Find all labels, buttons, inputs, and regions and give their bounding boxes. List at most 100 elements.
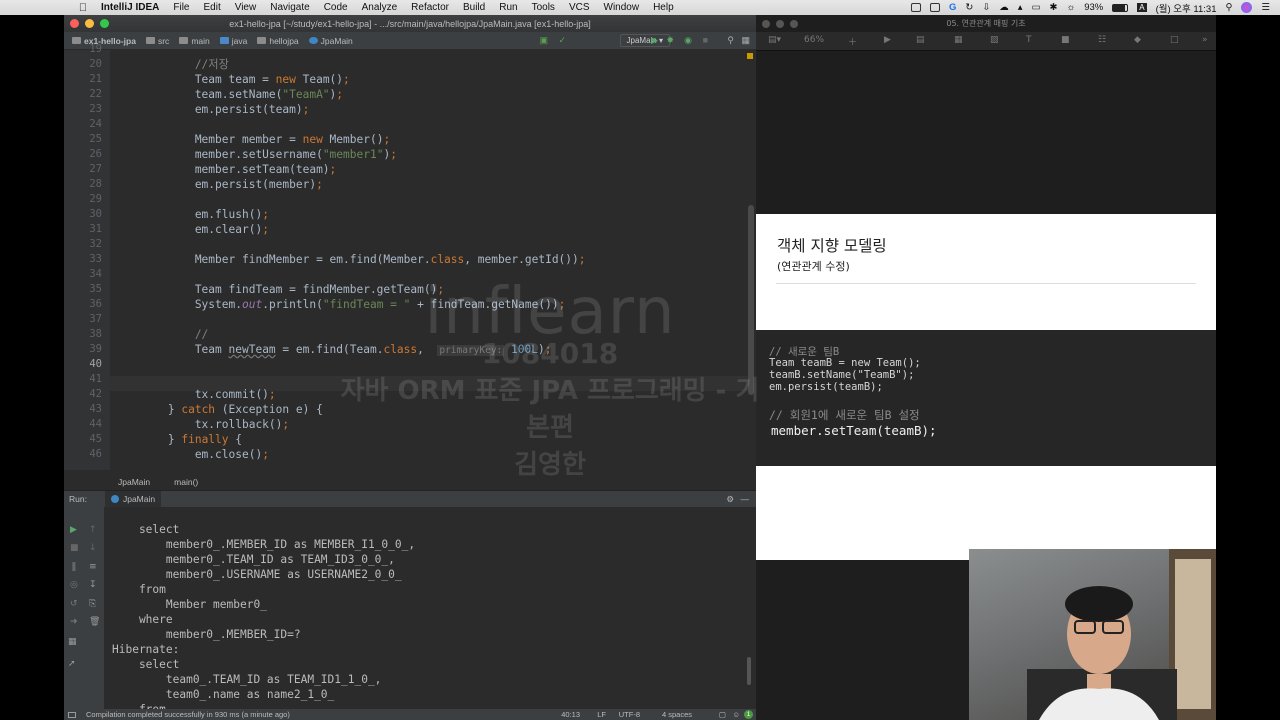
- breadcrumb-src[interactable]: src: [141, 36, 174, 46]
- debug-icon[interactable]: ✸: [666, 35, 674, 46]
- tray-icon[interactable]: [910, 3, 921, 12]
- apple-menu-icon[interactable]: : [76, 2, 90, 14]
- sync-icon[interactable]: ↻: [965, 2, 973, 13]
- lock-icon[interactable]: ▢: [719, 710, 726, 719]
- code-line[interactable]: Member member = new Member();: [114, 132, 390, 147]
- code-line[interactable]: Team team = new Team();: [114, 72, 350, 87]
- breadcrumb-java[interactable]: java: [215, 36, 253, 46]
- breadcrumb-main[interactable]: main: [174, 36, 214, 46]
- menu-app-name[interactable]: IntelliJ IDEA: [94, 2, 166, 13]
- code-line[interactable]: Team newTeam = em.find(Team.class, prima…: [114, 342, 551, 357]
- stop-run-icon[interactable]: ■: [70, 543, 79, 553]
- wifi-icon[interactable]: ☼: [1067, 2, 1076, 13]
- build-icon[interactable]: ▣: [539, 35, 548, 46]
- shape-icon[interactable]: ■: [1061, 35, 1070, 45]
- clear-icon[interactable]: 🗑: [89, 617, 100, 627]
- code-line[interactable]: em.clear();: [114, 222, 269, 237]
- settings-icon[interactable]: ⚙: [726, 494, 734, 505]
- console-scrollbar[interactable]: [747, 657, 751, 685]
- chart-icon[interactable]: ▨: [990, 35, 999, 45]
- close-window-button[interactable]: [762, 20, 770, 28]
- table-icon[interactable]: ▦: [954, 35, 963, 45]
- clock[interactable]: (월) 오후 11:31: [1156, 1, 1217, 15]
- menu-navigate[interactable]: Navigate: [263, 2, 316, 13]
- down-icon[interactable]: ↓: [89, 543, 97, 553]
- code-line[interactable]: em.flush();: [114, 207, 269, 222]
- menu-view[interactable]: View: [228, 2, 264, 13]
- breadcrumb-package[interactable]: hellojpa: [252, 36, 303, 46]
- up-icon[interactable]: ↑: [89, 525, 97, 535]
- menu-refactor[interactable]: Refactor: [404, 2, 456, 13]
- run-icon[interactable]: ▶: [651, 35, 658, 46]
- line-separator[interactable]: LF: [597, 710, 606, 719]
- slide-canvas[interactable]: 객체 지향 모델링 (연관관계 수정) // 새로운 팀B Team teamB…: [756, 214, 1216, 560]
- code-line[interactable]: Member findMember = em.find(Member.class…: [114, 252, 586, 267]
- crumb-class[interactable]: JpaMain: [118, 477, 150, 487]
- download-icon[interactable]: ⇩: [982, 2, 990, 13]
- cursor-position[interactable]: 40:13: [561, 710, 580, 719]
- code-line[interactable]: em.persist(member);: [114, 177, 323, 192]
- stop-icon[interactable]: ■: [703, 35, 708, 45]
- battery-icon[interactable]: [1112, 3, 1129, 12]
- project-structure-icon[interactable]: ▦: [741, 35, 750, 46]
- text-icon[interactable]: T: [1026, 35, 1032, 45]
- breadcrumb-class[interactable]: JpaMain: [304, 36, 358, 46]
- minimize-window-button[interactable]: [776, 20, 784, 28]
- pause-icon[interactable]: ❚: [70, 562, 78, 572]
- code-line[interactable]: System.out.println("findTeam = " + findT…: [114, 297, 566, 312]
- hide-icon[interactable]: —: [741, 494, 750, 504]
- menu-run[interactable]: Run: [492, 2, 524, 13]
- code-line[interactable]: tx.rollback();: [114, 417, 289, 432]
- menu-tools[interactable]: Tools: [525, 2, 562, 13]
- soft-wrap-icon[interactable]: ≡: [89, 562, 97, 572]
- scroll-end-icon[interactable]: ↧: [89, 580, 97, 590]
- notification-center-icon[interactable]: ☰: [1261, 2, 1270, 13]
- code-line[interactable]: member.setUsername("member1");: [114, 147, 397, 162]
- menu-build[interactable]: Build: [456, 2, 492, 13]
- console-output[interactable]: select member0_.MEMBER_ID as MEMBER_I1_0…: [104, 507, 756, 709]
- warning-marker-icon[interactable]: [747, 53, 753, 59]
- bluetooth-icon[interactable]: ✱: [1050, 2, 1058, 13]
- keynote-live-icon[interactable]: ▤: [916, 35, 925, 45]
- file-encoding[interactable]: UTF-8: [619, 710, 640, 719]
- breadcrumb-project[interactable]: ex1-hello-jpa: [64, 36, 141, 46]
- menu-edit[interactable]: Edit: [196, 2, 227, 13]
- exit-icon[interactable]: ➜: [70, 617, 78, 627]
- run-tab[interactable]: JpaMain: [104, 490, 162, 508]
- view-icon[interactable]: ▤▾: [768, 35, 781, 45]
- indent-setting[interactable]: 4 spaces: [662, 710, 692, 719]
- code-line[interactable]: em.persist(team);: [114, 102, 310, 117]
- code-line[interactable]: //저장: [114, 57, 229, 72]
- input-source-icon[interactable]: A: [1137, 3, 1147, 12]
- spotlight-icon[interactable]: ⚲: [1226, 2, 1233, 13]
- editor-vertical-scrollbar[interactable]: [748, 205, 754, 395]
- run-config-select[interactable]: JpaMain ▾: [619, 34, 670, 47]
- play-icon[interactable]: ▶: [884, 35, 891, 45]
- share-icon[interactable]: □: [1170, 35, 1179, 45]
- cloud-icon[interactable]: ☁: [999, 2, 1009, 13]
- comment-icon[interactable]: ◆: [1134, 35, 1141, 45]
- menu-file[interactable]: File: [166, 2, 196, 13]
- add-slide-icon[interactable]: ＋: [848, 35, 857, 48]
- camera-icon[interactable]: ◎: [70, 580, 78, 590]
- siri-icon[interactable]: [1241, 2, 1253, 13]
- more-icon[interactable]: »: [1202, 35, 1208, 45]
- menu-help[interactable]: Help: [646, 2, 681, 13]
- tray-icon[interactable]: [929, 3, 940, 12]
- status-message[interactable]: Compilation completed successfully in 93…: [86, 710, 290, 719]
- search-icon[interactable]: ⚲: [727, 35, 734, 46]
- coverage-icon[interactable]: ◉: [684, 35, 692, 46]
- code-line[interactable]: } catch (Exception e) {: [114, 402, 323, 417]
- menu-vcs[interactable]: VCS: [562, 2, 597, 13]
- crumb-method[interactable]: main(): [174, 477, 198, 487]
- minimize-window-button[interactable]: [85, 19, 94, 28]
- zoom-window-button[interactable]: [100, 19, 109, 28]
- code-line[interactable]: tx.commit();: [114, 387, 276, 402]
- zoom-window-button[interactable]: [790, 20, 798, 28]
- pin-icon[interactable]: ➚: [68, 659, 76, 669]
- google-icon[interactable]: G: [949, 2, 956, 13]
- inspector-icon[interactable]: ☺: [732, 710, 740, 719]
- media-icon[interactable]: ☷: [1098, 35, 1106, 45]
- volume-icon[interactable]: ▴: [1018, 2, 1023, 13]
- code-line[interactable]: } finally {: [114, 432, 242, 447]
